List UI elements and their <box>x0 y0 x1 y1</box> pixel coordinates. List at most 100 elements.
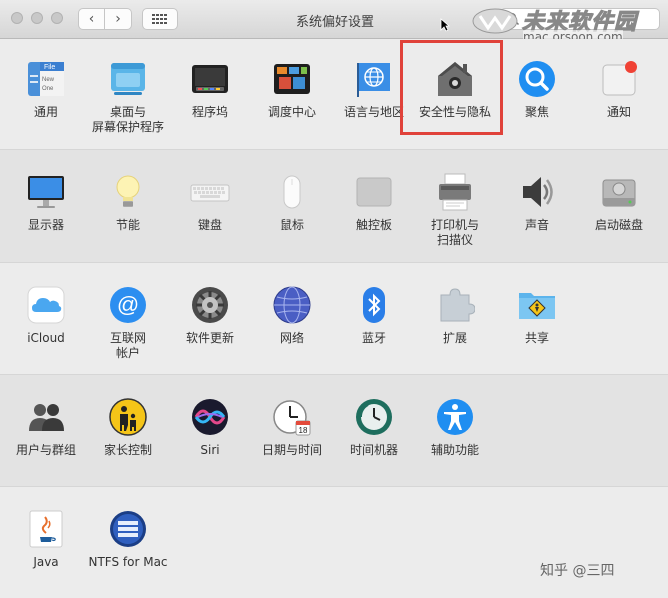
minimize-window-button[interactable] <box>31 12 43 24</box>
zoom-window-button[interactable] <box>51 12 63 24</box>
at-sign-icon: @ <box>110 287 146 323</box>
parental-controls-icon <box>109 398 147 436</box>
pane-accessibility[interactable]: 辅助功能 <box>414 397 496 458</box>
pane-notifications[interactable]: 通知 <box>578 59 660 120</box>
pane-desktop-screensaver[interactable]: 桌面与 屏幕保护程序 <box>87 59 169 135</box>
pane-startup-disk[interactable]: 启动磁盘 <box>578 172 660 233</box>
notifications-icon <box>602 61 637 96</box>
pane-energy-saver[interactable]: 节能 <box>87 172 169 233</box>
svg-text:18: 18 <box>299 426 308 435</box>
sharing-folder-icon <box>519 293 555 319</box>
pane-time-machine[interactable]: 时间机器 <box>333 397 415 458</box>
pane-label: 启动磁盘 <box>594 218 643 232</box>
pane-general[interactable]: File New One 通用 <box>5 59 87 120</box>
printer-icon <box>439 173 471 211</box>
pane-sound[interactable]: 声音 <box>496 172 578 233</box>
display-monitor-icon <box>28 176 64 208</box>
preferences-section-other: Java NTFS for Mac <box>0 487 668 598</box>
pane-ntfs-for-mac[interactable]: NTFS for Mac <box>87 509 169 570</box>
pane-label: 显示器 <box>27 218 64 232</box>
network-globe-icon <box>273 286 311 324</box>
pane-label: 键盘 <box>197 218 222 232</box>
clock-calendar-icon: 18 <box>273 400 311 436</box>
pane-sharing[interactable]: 共享 <box>496 285 578 346</box>
pane-label: 家长控制 <box>103 443 152 457</box>
pane-label: 蓝牙 <box>361 331 386 345</box>
desktop-screensaver-icon <box>111 63 145 95</box>
pane-trackpad[interactable]: 触控板 <box>333 172 415 233</box>
pane-keyboard[interactable]: 键盘 <box>169 172 251 233</box>
flag-globe-icon <box>357 63 390 97</box>
show-all-button[interactable] <box>142 8 178 30</box>
pane-software-update[interactable]: 软件更新 <box>169 285 251 346</box>
pane-mission-control[interactable]: 调度中心 <box>251 59 333 120</box>
grid-icon <box>152 14 167 24</box>
close-window-button[interactable] <box>11 12 23 24</box>
pane-spotlight[interactable]: 聚焦 <box>496 59 578 120</box>
pane-java[interactable]: Java <box>5 509 87 570</box>
pane-label: NTFS for Mac <box>88 555 168 569</box>
pane-label: 通知 <box>606 105 631 119</box>
keyboard-icon <box>190 184 230 202</box>
gear-icon <box>192 287 228 323</box>
pane-label: 共享 <box>524 331 549 345</box>
pane-printers-scanners[interactable]: 打印机与 扫描仪 <box>414 172 496 248</box>
back-button[interactable]: ‹ <box>78 8 105 30</box>
pane-label: 用户与群组 <box>15 443 76 457</box>
users-icon <box>29 404 64 431</box>
pane-displays[interactable]: 显示器 <box>5 172 87 233</box>
pane-icloud[interactable]: iCloud <box>5 285 87 346</box>
pane-label: 节能 <box>115 218 140 232</box>
pane-label: 互联网 帐户 <box>109 331 146 360</box>
pane-label: 时间机器 <box>349 443 398 457</box>
pane-label: iCloud <box>27 331 65 345</box>
pane-label: 打印机与 扫描仪 <box>430 218 479 247</box>
pane-siri[interactable]: Siri <box>169 397 251 458</box>
preferences-section-internet: iCloud @ 互联网 帐户 软件更新 网络 蓝牙 扩展 共享 <box>0 263 668 375</box>
pane-parental-controls[interactable]: 家长控制 <box>87 397 169 458</box>
pane-dock[interactable]: 程序坞 <box>169 59 251 120</box>
pane-label: Java <box>33 555 59 569</box>
pane-label: 声音 <box>524 218 549 232</box>
time-machine-icon <box>356 399 392 435</box>
pane-label: 桌面与 屏幕保护程序 <box>91 105 164 134</box>
chevron-left-icon: ‹ <box>88 11 95 27</box>
pane-users-groups[interactable]: 用户与群组 <box>5 397 87 458</box>
forward-button[interactable]: › <box>105 8 132 30</box>
pane-label: 扩展 <box>442 331 467 345</box>
hard-disk-icon <box>602 179 636 207</box>
navigation-buttons: ‹ › <box>78 8 134 30</box>
pane-label: 程序坞 <box>191 105 228 119</box>
java-icon <box>29 510 63 548</box>
lightbulb-icon <box>116 175 140 207</box>
mouse-cursor-icon <box>440 18 450 32</box>
spotlight-search-icon <box>519 61 555 97</box>
pane-label: 网络 <box>279 331 304 345</box>
bluetooth-icon <box>363 287 385 323</box>
chevron-right-icon: › <box>115 11 121 27</box>
svg-text:@: @ <box>117 292 139 317</box>
pane-network[interactable]: 网络 <box>251 285 333 346</box>
svg-text:File: File <box>44 64 55 71</box>
pane-date-time[interactable]: 18 日期与时间 <box>251 397 333 458</box>
pane-label: 辅助功能 <box>430 443 479 457</box>
pane-label: Siri <box>200 443 220 457</box>
preferences-section-personal: File New One 通用 桌面与 屏幕保护程序 程序坞 调度中心 语言与地… <box>0 39 668 150</box>
preferences-section-system: 用户与群组 家长控制 Siri 18 日期与时间 时间机器 辅助功能 <box>0 375 668 487</box>
mission-control-icon <box>274 64 310 94</box>
pane-extensions[interactable]: 扩展 <box>414 285 496 346</box>
window-title: 系统偏好设置 <box>295 15 374 30</box>
pane-label: 调度中心 <box>267 105 316 119</box>
svg-text:One: One <box>42 86 54 92</box>
preferences-section-hardware: 显示器 节能 键盘 鼠标 触控板 打印机与 扫描仪 声音 启动磁盘 <box>0 150 668 263</box>
dock-icon <box>192 65 228 93</box>
watermark-logo-icon <box>472 8 518 34</box>
pane-internet-accounts[interactable]: @ 互联网 帐户 <box>87 285 169 361</box>
puzzle-piece-icon <box>440 288 475 322</box>
pane-bluetooth[interactable]: 蓝牙 <box>333 285 415 346</box>
pane-mouse[interactable]: 鼠标 <box>251 172 333 233</box>
mouse-icon <box>283 175 301 209</box>
zhihu-watermark: 知乎 @三四 <box>540 563 615 579</box>
system-preferences-window: ‹ › 系统偏好设置 未来软件园 mac.orsoon.com File New… <box>0 0 668 598</box>
pane-label: 鼠标 <box>279 218 304 232</box>
